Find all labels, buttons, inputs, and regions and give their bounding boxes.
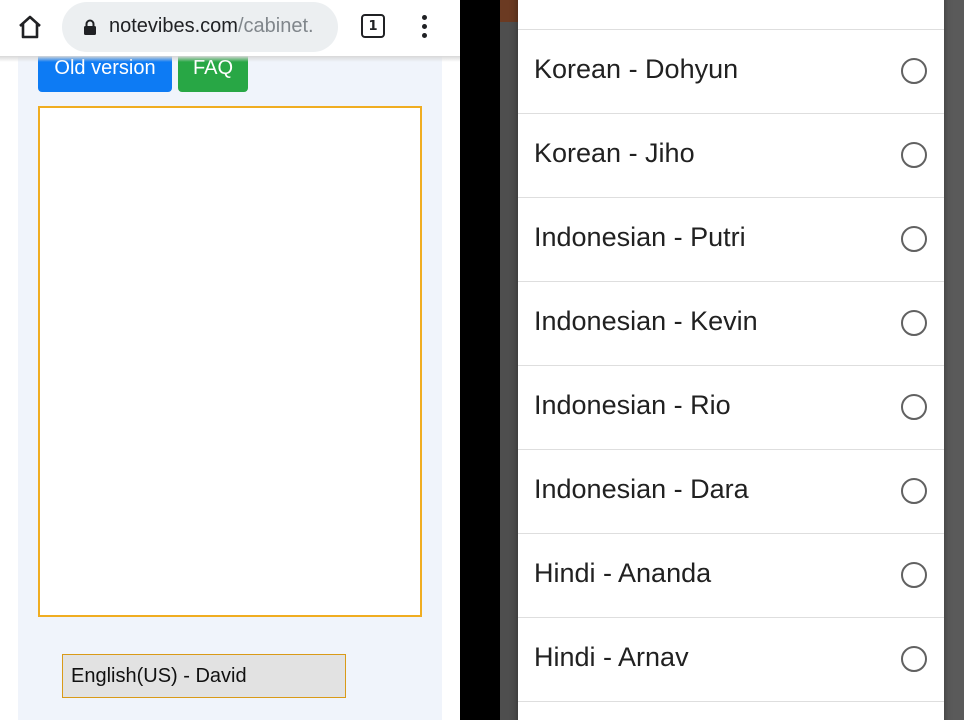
page-content: Old version FAQ English(US) - David xyxy=(18,50,442,720)
voice-option-label: Hindi - Ananda xyxy=(534,558,712,588)
voice-option[interactable]: Korean - Dohyun xyxy=(518,30,944,114)
browser-window: notevibes.com/cabinet. 1 Old version FAQ… xyxy=(0,0,460,720)
radio-button-icon[interactable] xyxy=(901,226,927,252)
radio-button-icon[interactable] xyxy=(901,478,927,504)
voice-option-partial xyxy=(518,0,944,30)
voice-option-label: Hindi - Arnav xyxy=(534,642,689,672)
dimmed-background xyxy=(500,0,518,720)
voice-picker-dialog: Korean - Dohyun Korean - Jiho Indonesian… xyxy=(518,0,944,720)
radio-button-icon[interactable] xyxy=(901,562,927,588)
background-fragment xyxy=(500,0,518,22)
web-page: Old version FAQ English(US) - David xyxy=(0,50,460,720)
voice-option[interactable]: Indonesian - Dara xyxy=(518,450,944,534)
voice-option[interactable]: Hindi - Arnav xyxy=(518,618,944,702)
toolbar-shadow xyxy=(0,56,460,62)
voice-option-label: Korean - Dohyun xyxy=(534,54,739,84)
voice-option-label: Indonesian - Kevin xyxy=(534,306,758,336)
radio-button-icon[interactable] xyxy=(901,310,927,336)
voice-select[interactable]: English(US) - David xyxy=(62,654,346,698)
voice-option[interactable]: Hindi - Ananda xyxy=(518,534,944,618)
radio-button-icon[interactable] xyxy=(901,646,927,672)
lock-icon xyxy=(82,19,98,35)
browser-toolbar: notevibes.com/cabinet. 1 xyxy=(0,0,460,56)
voice-option[interactable]: Korean - Jiho xyxy=(518,114,944,198)
tab-count: 1 xyxy=(368,18,378,34)
url-domain: notevibes.com xyxy=(109,15,238,37)
voice-option-label: Korean - Jiho xyxy=(534,138,695,168)
text-input-area[interactable] xyxy=(38,106,422,617)
tab-switcher-icon[interactable]: 1 xyxy=(361,14,385,38)
voice-option-label: Indonesian - Putri xyxy=(534,222,746,252)
voice-picker-overlay: Korean - Dohyun Korean - Jiho Indonesian… xyxy=(500,0,964,720)
more-vert-icon[interactable] xyxy=(417,13,431,41)
home-icon[interactable] xyxy=(16,13,44,41)
voice-option-label: Indonesian - Dara xyxy=(534,474,749,504)
address-bar[interactable]: notevibes.com/cabinet. xyxy=(62,2,338,52)
radio-button-icon[interactable] xyxy=(901,394,927,420)
voice-option[interactable]: Indonesian - Putri xyxy=(518,198,944,282)
radio-button-icon[interactable] xyxy=(901,142,927,168)
voice-option-label: Indonesian - Rio xyxy=(534,390,731,420)
url-text: notevibes.com/cabinet. xyxy=(109,15,329,38)
voice-option[interactable]: Indonesian - Kevin xyxy=(518,282,944,366)
url-path: /cabinet. xyxy=(237,15,314,37)
radio-button-icon[interactable] xyxy=(901,58,927,84)
voice-option[interactable]: Indonesian - Rio xyxy=(518,366,944,450)
